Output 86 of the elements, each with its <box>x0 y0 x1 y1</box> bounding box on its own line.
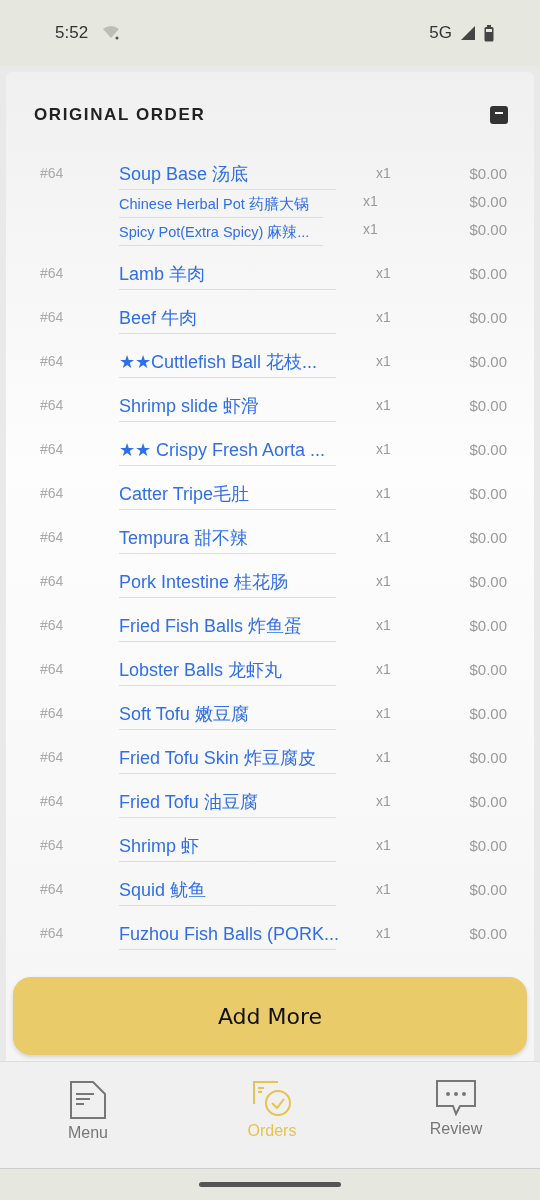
order-number: #64 <box>40 352 65 369</box>
signal-icon <box>460 25 476 41</box>
item-name[interactable]: Fried Tofu 油豆腐 <box>119 790 336 818</box>
item-price: $0.00 <box>468 352 507 370</box>
order-number: #64 <box>40 836 65 853</box>
item-name[interactable]: Pork Intestine 桂花肠 <box>119 570 336 598</box>
item-quantity: x1 <box>376 484 392 501</box>
item-name[interactable]: Fuzhou Fish Balls (PORK... <box>119 922 336 950</box>
order-number: #64 <box>40 616 65 633</box>
order-number: #64 <box>40 748 65 765</box>
item-price: $0.00 <box>468 616 507 634</box>
item-price: $0.00 <box>468 792 507 810</box>
menu-tab[interactable]: Menu <box>48 1062 128 1168</box>
option-name: Spicy Pot(Extra Spicy) 麻辣... <box>119 218 323 246</box>
item-quantity: x1 <box>376 352 392 369</box>
order-number: #64 <box>40 880 65 897</box>
item-name[interactable]: ★★Cuttlefish Ball 花枝... <box>119 350 336 378</box>
order-number: #64 <box>40 528 65 545</box>
item-quantity: x1 <box>376 528 392 545</box>
item-price: $0.00 <box>468 164 507 182</box>
item-quantity: x1 <box>376 704 392 721</box>
order-number: #64 <box>40 704 65 721</box>
status-time: 5:52 <box>55 23 89 43</box>
item-quantity: x1 <box>376 880 392 897</box>
item-price: $0.00 <box>468 748 507 766</box>
item-name[interactable]: Soft Tofu 嫩豆腐 <box>119 702 336 730</box>
order-number: #64 <box>40 484 65 501</box>
item-quantity: x1 <box>376 264 392 281</box>
item-name[interactable]: Shrimp 虾 <box>119 834 336 862</box>
item-price: $0.00 <box>468 572 507 590</box>
item-name[interactable]: Shrimp slide 虾滑 <box>119 394 336 422</box>
item-quantity: x1 <box>376 748 392 765</box>
item-price: $0.00 <box>468 396 507 414</box>
item-price: $0.00 <box>468 660 507 678</box>
item-price: $0.00 <box>468 192 507 210</box>
item-price: $0.00 <box>468 880 507 898</box>
item-quantity: x1 <box>376 308 392 325</box>
item-quantity: x1 <box>376 836 392 853</box>
item-name[interactable]: Fried Fish Balls 炸鱼蛋 <box>119 614 336 642</box>
collapse-button[interactable] <box>490 106 508 124</box>
item-price: $0.00 <box>468 308 507 326</box>
section-title: ORIGINAL ORDER <box>34 105 206 125</box>
item-price: $0.00 <box>468 924 507 942</box>
item-price: $0.00 <box>468 484 507 502</box>
item-price: $0.00 <box>468 836 507 854</box>
item-quantity: x1 <box>363 220 379 237</box>
item-name[interactable]: Lamb 羊肉 <box>119 262 336 290</box>
item-name[interactable]: Lobster Balls 龙虾丸 <box>119 658 336 686</box>
item-quantity: x1 <box>376 572 392 589</box>
item-price: $0.00 <box>468 220 507 238</box>
item-quantity: x1 <box>376 792 392 809</box>
chat-bubble-icon <box>436 1080 476 1116</box>
review-tab[interactable]: Review <box>416 1062 496 1168</box>
item-quantity: x1 <box>363 192 379 209</box>
item-name[interactable]: Soup Base 汤底 <box>119 162 336 190</box>
item-quantity: x1 <box>376 616 392 633</box>
order-number: #64 <box>40 164 65 181</box>
order-number: #64 <box>40 308 65 325</box>
order-number: #64 <box>40 792 65 809</box>
document-icon <box>69 1080 107 1120</box>
item-name[interactable]: Tempura 甜不辣 <box>119 526 336 554</box>
order-check-icon <box>252 1080 292 1118</box>
item-price: $0.00 <box>468 528 507 546</box>
order-number: #64 <box>40 440 65 457</box>
item-quantity: x1 <box>376 660 392 677</box>
order-number: #64 <box>40 264 65 281</box>
order-number: #64 <box>40 924 65 941</box>
item-name[interactable]: Catter Tripe毛肚 <box>119 482 336 510</box>
item-quantity: x1 <box>376 396 392 413</box>
order-number: #64 <box>40 396 65 413</box>
order-number: #64 <box>40 660 65 677</box>
network-type: 5G <box>429 23 452 43</box>
item-price: $0.00 <box>468 704 507 722</box>
item-price: $0.00 <box>468 440 507 458</box>
item-quantity: x1 <box>376 164 392 181</box>
order-number: #64 <box>40 572 65 589</box>
item-quantity: x1 <box>376 924 392 941</box>
item-name[interactable]: Beef 牛肉 <box>119 306 336 334</box>
item-name[interactable]: Fried Tofu Skin 炸豆腐皮 <box>119 746 336 774</box>
item-name[interactable]: ★★ Crispy Fresh Aorta ... <box>119 438 336 466</box>
battery-icon <box>484 24 494 42</box>
option-name: Chinese Herbal Pot 药膳大锅 <box>119 190 323 218</box>
add-more-button[interactable]: Add More <box>13 977 527 1055</box>
item-price: $0.00 <box>468 264 507 282</box>
item-quantity: x1 <box>376 440 392 457</box>
item-name[interactable]: Squid 鱿鱼 <box>119 878 336 906</box>
